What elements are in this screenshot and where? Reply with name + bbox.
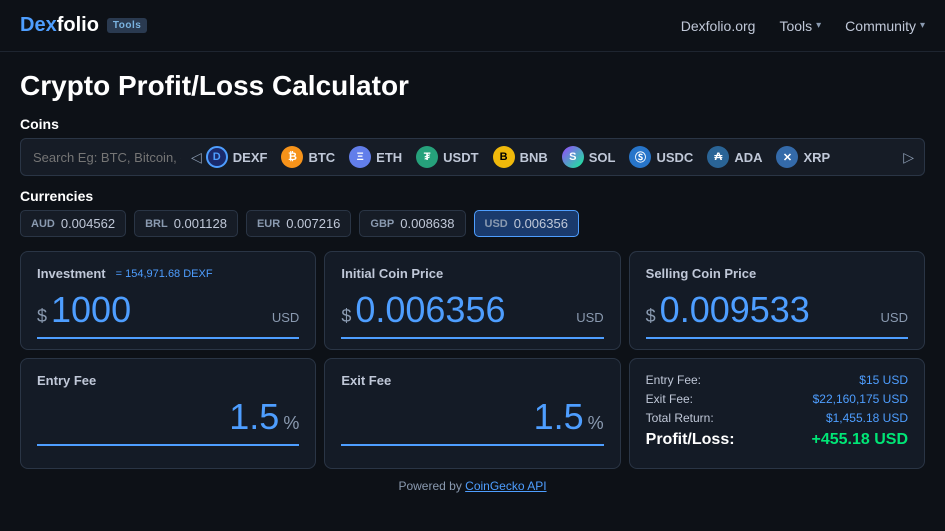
profit-loss-result-row: Profit/Loss: +455.18 USD (646, 431, 908, 449)
page-title: Crypto Profit/Loss Calculator (20, 70, 925, 102)
coingecko-link[interactable]: CoinGecko API (465, 479, 546, 493)
entry-fee-result-row: Entry Fee: $15 USD (646, 373, 908, 387)
selling-price-input[interactable] (660, 289, 877, 331)
coin-item-usdt[interactable]: ₮ USDT (416, 146, 478, 168)
coin-item-ada[interactable]: ₳ ADA (707, 146, 762, 168)
selling-price-card: Selling Coin Price $ USD (629, 251, 925, 350)
dollar-sign: $ (37, 306, 47, 327)
nav-dexfolio[interactable]: Dexfolio.org (681, 18, 756, 34)
exit-fee-card: Exit Fee % (324, 358, 620, 469)
initial-price-input[interactable] (355, 289, 572, 331)
chevron-down-icon: ▾ (920, 20, 925, 31)
search-input[interactable] (27, 150, 187, 165)
coin-item-usdc[interactable]: Ⓢ USDC (629, 146, 693, 168)
selling-price-input-row: $ USD (646, 289, 908, 339)
entry-fee-input[interactable] (37, 396, 279, 438)
total-return-result-label: Total Return: (646, 411, 714, 425)
usdt-icon: ₮ (416, 146, 438, 168)
exit-fee-result-row: Exit Fee: $22,160,175 USD (646, 392, 908, 406)
exit-fee-result-label: Exit Fee: (646, 392, 693, 406)
initial-price-label: Initial Coin Price (341, 266, 603, 281)
total-return-result-row: Total Return: $1,455.18 USD (646, 411, 908, 425)
currency-brl[interactable]: BRL 0.001128 (134, 210, 238, 237)
entry-fee-input-row: % (37, 396, 299, 446)
eth-icon: Ξ (349, 146, 371, 168)
coin-list: D DEXF ₿ BTC Ξ ETH ₮ USDT B BNB S SOL (206, 146, 899, 168)
main-content: Crypto Profit/Loss Calculator Coins ◁ D … (0, 52, 945, 503)
btc-icon: ₿ (281, 146, 303, 168)
navbar-right: Dexfolio.org Tools ▾ Community ▾ (681, 18, 925, 34)
calculator-grid: Investment = 154,971.68 DEXF $ USD Initi… (20, 251, 925, 469)
scroll-right-button[interactable]: ▷ (899, 149, 918, 166)
coin-item-xrp[interactable]: ✕ XRP (776, 146, 830, 168)
ada-icon: ₳ (707, 146, 729, 168)
entry-fee-result-value: $15 USD (859, 373, 908, 387)
profit-loss-result-label: Profit/Loss: (646, 431, 735, 449)
usdc-icon: Ⓢ (629, 146, 651, 168)
exit-fee-input[interactable] (341, 396, 583, 438)
entry-fee-label: Entry Fee (37, 373, 299, 388)
investment-card: Investment = 154,971.68 DEXF $ USD (20, 251, 316, 350)
coin-item-dexf[interactable]: D DEXF (206, 146, 268, 168)
currency-eur[interactable]: EUR 0.007216 (246, 210, 351, 237)
exit-fee-label: Exit Fee (341, 373, 603, 388)
currencies-label: Currencies (20, 188, 925, 204)
scroll-left-button[interactable]: ◁ (187, 149, 206, 166)
navbar-left: Dexfolio Tools (20, 14, 147, 37)
navbar: Dexfolio Tools Dexfolio.org Tools ▾ Comm… (0, 0, 945, 52)
coin-item-eth[interactable]: Ξ ETH (349, 146, 402, 168)
nav-community[interactable]: Community ▾ (845, 18, 925, 34)
dexf-icon: D (206, 146, 228, 168)
exit-fee-input-row: % (341, 396, 603, 446)
result-card: Entry Fee: $15 USD Exit Fee: $22,160,175… (629, 358, 925, 469)
investment-input-row: $ USD (37, 289, 299, 339)
investment-input[interactable] (51, 289, 268, 331)
nav-tools[interactable]: Tools ▾ (779, 18, 821, 34)
bnb-icon: B (493, 146, 515, 168)
selling-price-label: Selling Coin Price (646, 266, 908, 281)
dollar-sign: $ (646, 306, 656, 327)
initial-price-card: Initial Coin Price $ USD (324, 251, 620, 350)
exit-fee-result-value: $22,160,175 USD (813, 392, 908, 406)
sol-icon: S (562, 146, 584, 168)
footer: Powered by CoinGecko API (20, 479, 925, 493)
chevron-down-icon: ▾ (816, 20, 821, 31)
entry-fee-card: Entry Fee % (20, 358, 316, 469)
dollar-sign: $ (341, 306, 351, 327)
tools-badge: Tools (107, 18, 147, 33)
currencies-bar: AUD 0.004562 BRL 0.001128 EUR 0.007216 G… (20, 210, 925, 237)
investment-label: Investment = 154,971.68 DEXF (37, 266, 299, 281)
coins-label: Coins (20, 116, 925, 132)
entry-fee-result-label: Entry Fee: (646, 373, 701, 387)
logo: Dexfolio (20, 14, 99, 37)
coin-item-bnb[interactable]: B BNB (493, 146, 548, 168)
currency-gbp[interactable]: GBP 0.008638 (359, 210, 465, 237)
coins-bar: ◁ D DEXF ₿ BTC Ξ ETH ₮ USDT B BNB (20, 138, 925, 176)
coin-item-sol[interactable]: S SOL (562, 146, 616, 168)
currency-usd[interactable]: USD 0.006356 (474, 210, 579, 237)
initial-price-input-row: $ USD (341, 289, 603, 339)
xrp-icon: ✕ (776, 146, 798, 168)
coin-item-btc[interactable]: ₿ BTC (281, 146, 335, 168)
total-return-result-value: $1,455.18 USD (826, 411, 908, 425)
currency-aud[interactable]: AUD 0.004562 (20, 210, 126, 237)
profit-loss-result-value: +455.18 USD (811, 431, 908, 449)
